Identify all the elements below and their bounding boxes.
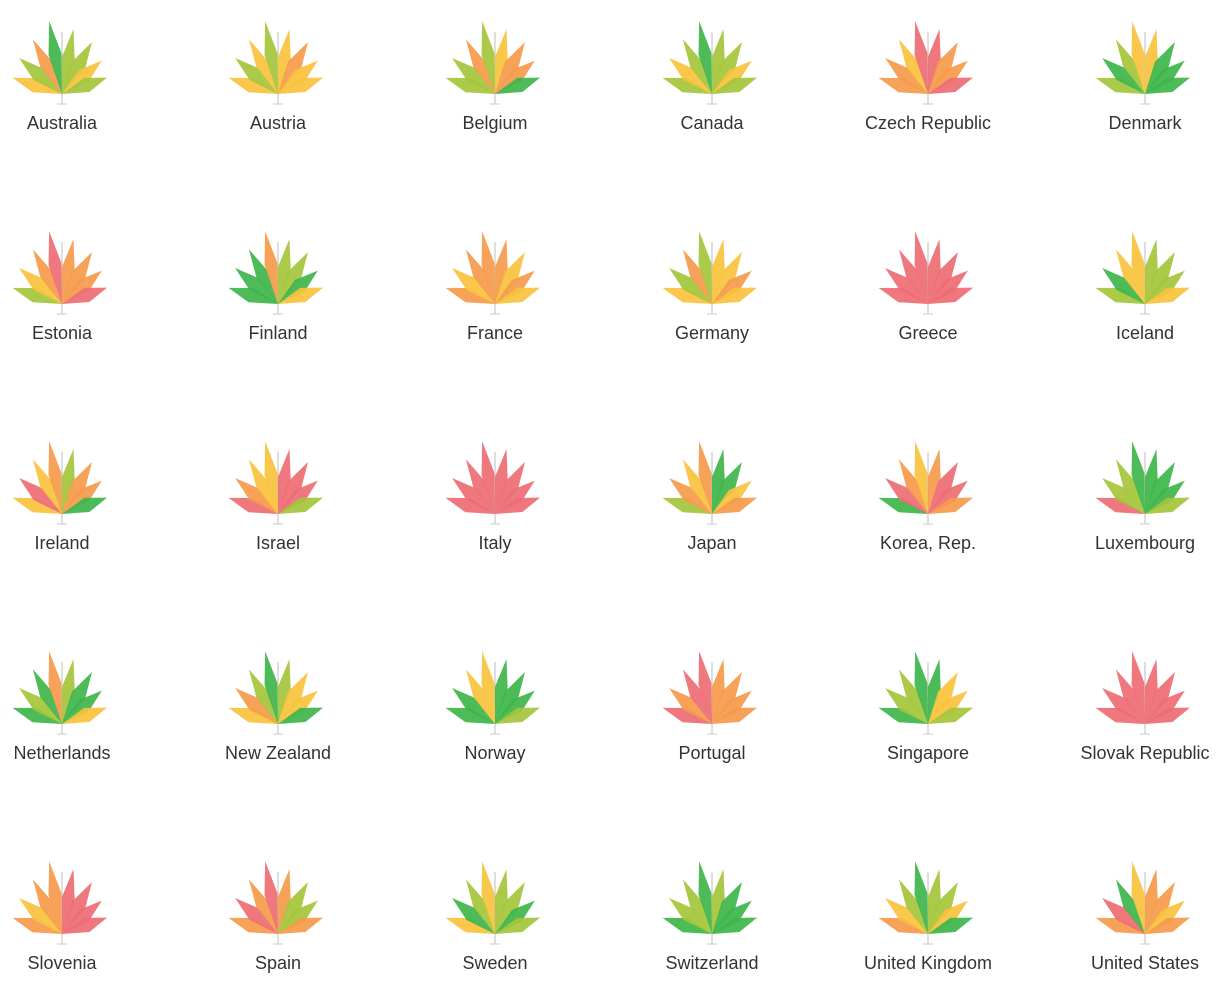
country-card: Greece [828,212,1028,352]
country-card: Czech Republic [828,2,1028,142]
country-label: Austria [249,113,307,133]
country-label: Slovak Republic [1080,743,1210,763]
country-card: Korea, Rep. [828,422,1028,562]
flower-glyph [12,231,108,315]
country-label: Portugal [678,743,746,763]
country-label: Iceland [1115,323,1175,343]
flower-glyph [1095,441,1191,525]
flower-glyph [445,21,541,105]
flower-glyph [1095,651,1191,735]
country-label: Denmark [1108,113,1182,133]
country-label: Ireland [34,533,90,553]
country-label: Australia [26,113,98,133]
country-card: Portugal [612,632,812,772]
country-label: United Kingdom [863,953,993,973]
country-card: Luxembourg [1045,422,1230,562]
flower-glyph [12,441,108,525]
country-label: Slovenia [27,953,97,973]
country-label: New Zealand [224,743,332,763]
flower-glyph [878,651,974,735]
country-label: Singapore [886,743,970,763]
country-label: Switzerland [665,953,759,973]
country-label: Spain [254,953,302,973]
country-card: United States [1045,842,1230,982]
flower-glyph [228,651,324,735]
country-label: Greece [898,323,958,343]
country-card: Iceland [1045,212,1230,352]
flower-glyph [878,231,974,315]
flower-glyph [12,21,108,105]
country-label: France [466,323,524,343]
country-card: New Zealand [178,632,378,772]
flower-glyph [662,231,758,315]
country-label: Sweden [462,953,528,973]
country-card: Austria [178,2,378,142]
country-card: France [395,212,595,352]
country-card: Slovak Republic [1045,632,1230,772]
country-label: Canada [680,113,744,133]
country-card: Singapore [828,632,1028,772]
country-card: Italy [395,422,595,562]
country-card: Norway [395,632,595,772]
country-card: Finland [178,212,378,352]
country-label: Belgium [462,113,528,133]
country-card: Australia [0,2,162,142]
country-card: Netherlands [0,632,162,772]
country-card: Estonia [0,212,162,352]
flower-glyph [878,21,974,105]
country-label: United States [1090,953,1200,973]
flower-glyph [12,861,108,945]
country-label: Germany [674,323,750,343]
flower-glyph [662,861,758,945]
country-label: Japan [687,533,737,553]
country-label: Luxembourg [1094,533,1196,553]
flower-glyph [1095,861,1191,945]
country-card: Germany [612,212,812,352]
flower-glyph [228,441,324,525]
flower-glyph [1095,231,1191,315]
flower-glyph [662,651,758,735]
country-label: Italy [478,533,512,553]
flower-glyph [445,861,541,945]
country-card: Ireland [0,422,162,562]
flower-glyph [228,861,324,945]
flower-glyph [228,21,324,105]
country-card: Japan [612,422,812,562]
country-label: Israel [255,533,300,553]
flower-glyph [662,441,758,525]
flower-glyph [445,441,541,525]
country-card: Switzerland [612,842,812,982]
country-card: Belgium [395,2,595,142]
country-label: Netherlands [13,743,111,763]
country-label: Korea, Rep. [879,533,977,553]
country-card: Slovenia [0,842,162,982]
country-card: Sweden [395,842,595,982]
country-card: United Kingdom [828,842,1028,982]
flower-glyph [12,651,108,735]
country-card: Spain [178,842,378,982]
country-grid: Australia Austria Belgium Canada Czech Repub… [0,0,1230,973]
country-label: Norway [464,743,526,763]
country-label: Finland [248,323,308,343]
flower-glyph [1095,21,1191,105]
country-card: Denmark [1045,2,1230,142]
flower-glyph [445,231,541,315]
flower-glyph [228,231,324,315]
country-card: Israel [178,422,378,562]
flower-glyph [445,651,541,735]
flower-glyph [878,441,974,525]
country-card: Canada [612,2,812,142]
flower-glyph [878,861,974,945]
flower-glyph [662,21,758,105]
country-label: Estonia [31,323,93,343]
country-label: Czech Republic [864,113,992,133]
